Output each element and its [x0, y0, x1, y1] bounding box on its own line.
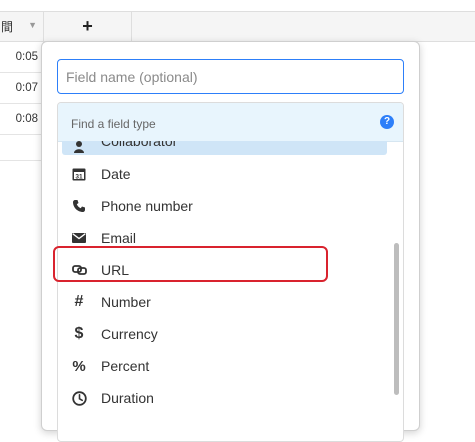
add-column-button[interactable]: +	[44, 12, 132, 41]
grid-cell[interactable]: 0:08	[0, 104, 44, 135]
field-type-currency[interactable]: $ Currency	[62, 319, 387, 349]
envelope-icon	[71, 230, 87, 246]
field-type-phone-number[interactable]: Phone number	[62, 191, 387, 221]
field-type-search-bar: ?	[58, 103, 403, 142]
grid-header-row: 間 ▼ +	[0, 11, 475, 42]
field-type-label: URL	[101, 262, 130, 278]
field-type-label: Collaborator	[101, 141, 178, 149]
grid-cell[interactable]: 0:07	[0, 73, 44, 104]
field-type-search-input[interactable]	[69, 116, 353, 132]
field-type-duration[interactable]: Duration	[62, 383, 387, 413]
field-type-panel: ? Collaborator 31 Date	[57, 102, 404, 442]
dollar-icon: $	[74, 325, 84, 342]
svg-text:31: 31	[75, 173, 83, 180]
field-type-scrollbar[interactable]	[394, 243, 399, 395]
field-type-list: Collaborator 31 Date Phone number Email …	[58, 141, 403, 441]
field-type-label: Number	[101, 294, 151, 310]
help-icon[interactable]: ?	[380, 115, 394, 129]
field-type-percent[interactable]: % Percent	[62, 351, 387, 381]
field-type-label: Duration	[101, 390, 154, 406]
field-type-date[interactable]: 31 Date	[62, 159, 387, 189]
field-type-label: Percent	[101, 358, 150, 374]
grid-cell[interactable]: 0:05	[0, 42, 44, 73]
clock-icon	[71, 390, 87, 406]
hash-icon: #	[74, 293, 84, 310]
phone-icon	[71, 198, 87, 214]
percent-icon: %	[72, 357, 86, 375]
field-type-label: Date	[101, 166, 131, 182]
field-name-input[interactable]	[57, 59, 404, 94]
person-icon	[71, 141, 87, 155]
field-type-label: Phone number	[101, 198, 193, 214]
chevron-down-icon[interactable]: ▼	[28, 20, 37, 30]
link-icon	[71, 262, 87, 278]
field-config-popup: ? Collaborator 31 Date	[41, 41, 420, 442]
field-type-email[interactable]: Email	[62, 223, 387, 253]
field-type-number[interactable]: # Number	[62, 287, 387, 317]
column-header[interactable]: 間 ▼	[0, 12, 44, 41]
field-type-collaborator[interactable]: Collaborator	[62, 141, 387, 155]
grid-empty-row[interactable]	[0, 133, 44, 161]
calendar-icon: 31	[71, 166, 87, 182]
field-type-url[interactable]: URL	[62, 255, 387, 285]
column-header-label: 間	[1, 20, 14, 34]
field-type-label: Email	[101, 230, 137, 246]
field-type-label: Currency	[101, 326, 158, 342]
